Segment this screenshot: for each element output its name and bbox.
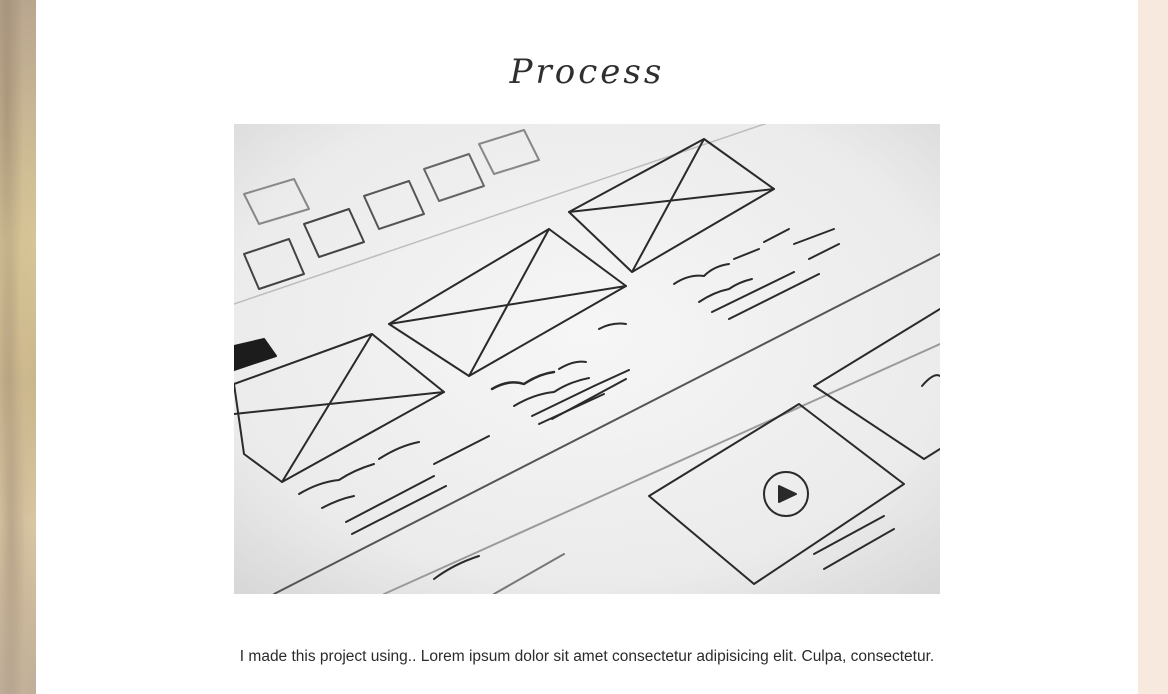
background-texture: [0, 0, 36, 694]
section-caption: I made this project using.. Lorem ipsum …: [239, 648, 935, 665]
background-strip: [1138, 0, 1168, 694]
section-title: Process: [509, 52, 665, 92]
wireframe-sketch-image: [234, 124, 940, 594]
process-section: Process I made this project using.. Lore…: [36, 0, 1138, 694]
page: Process I made this project using.. Lore…: [0, 0, 1168, 694]
